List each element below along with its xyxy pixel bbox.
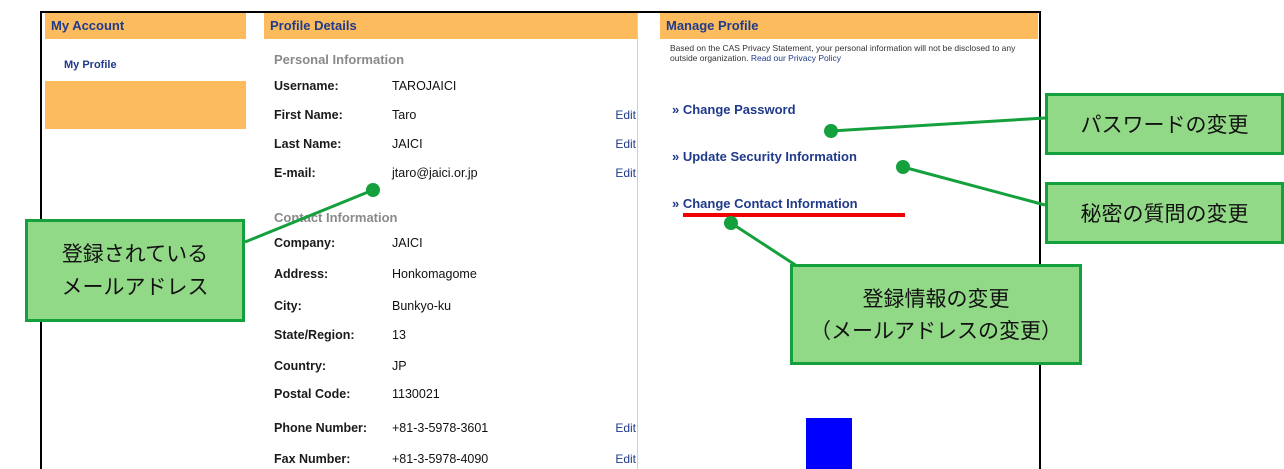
field-value: 1130021 bbox=[392, 387, 440, 401]
callout-text: 秘密の質問の変更 bbox=[1080, 202, 1249, 226]
callout-text: メールアドレス bbox=[61, 274, 209, 299]
field-label: First Name: bbox=[274, 108, 343, 122]
field-label: Last Name: bbox=[274, 137, 342, 151]
field-label: Address: bbox=[274, 267, 329, 281]
privacy-text: Based on the CAS Privacy Statement, your… bbox=[670, 43, 1016, 63]
field-label: Postal Code: bbox=[274, 387, 351, 401]
row-state-region: State/Region: 13 bbox=[274, 328, 638, 346]
callout-change-contact: 登録情報の変更 （メールアドレスの変更） bbox=[790, 264, 1082, 365]
blue-block bbox=[806, 418, 852, 469]
field-value: Honkomagome bbox=[392, 267, 477, 281]
field-value: 13 bbox=[392, 328, 406, 342]
nav-highlight-block bbox=[45, 81, 246, 129]
field-value: JAICI bbox=[392, 137, 423, 151]
callout-text: 登録情報の変更 bbox=[862, 286, 1010, 311]
field-value: Taro bbox=[392, 108, 417, 122]
callout-registered-email: 登録されている メールアドレス bbox=[25, 219, 245, 322]
field-value: JAICI bbox=[392, 236, 423, 250]
profile-details-header: Profile Details bbox=[264, 13, 637, 39]
change-password-link[interactable]: » Change Password bbox=[672, 102, 796, 117]
edit-phone-link[interactable]: Edit bbox=[615, 421, 636, 435]
change-contact-info-link[interactable]: » Change Contact Information bbox=[672, 196, 858, 211]
privacy-statement: Based on the CAS Privacy Statement, your… bbox=[670, 43, 1036, 63]
row-company: Company: JAICI bbox=[274, 236, 638, 254]
privacy-policy-link[interactable]: Read our Privacy Policy bbox=[751, 53, 841, 63]
row-last-name: Last Name: JAICI Edit bbox=[274, 137, 638, 155]
row-country: Country: JP bbox=[274, 359, 638, 377]
nav-item-my-profile[interactable]: My Profile bbox=[64, 59, 117, 71]
callout-text: パスワードの変更 bbox=[1080, 113, 1249, 137]
highlight-underline bbox=[683, 213, 905, 217]
callout-change-password: パスワードの変更 bbox=[1045, 93, 1284, 155]
field-label: Phone Number: bbox=[274, 421, 368, 435]
field-label: E-mail: bbox=[274, 166, 316, 180]
field-value: Bunkyo-ku bbox=[392, 299, 452, 313]
field-value: +81-3-5978-3601 bbox=[392, 421, 489, 435]
my-account-header: My Account bbox=[45, 13, 246, 39]
edit-first-name-link[interactable]: Edit bbox=[615, 108, 636, 122]
field-value: TAROJAICI bbox=[392, 79, 457, 93]
field-value: jtaro@jaici.or.jp bbox=[392, 166, 478, 180]
manage-profile-panel: Manage Profile Based on the CAS Privacy … bbox=[660, 13, 1038, 469]
field-label: Fax Number: bbox=[274, 452, 351, 466]
update-security-info-link[interactable]: » Update Security Information bbox=[672, 149, 857, 164]
manage-profile-header: Manage Profile bbox=[660, 13, 1038, 39]
edit-last-name-link[interactable]: Edit bbox=[615, 137, 636, 151]
field-label: State/Region: bbox=[274, 328, 355, 342]
edit-fax-link[interactable]: Edit bbox=[615, 452, 636, 466]
contact-info-title: Contact Information bbox=[274, 210, 398, 225]
field-value: JP bbox=[392, 359, 407, 373]
field-value: +81-3-5978-4090 bbox=[392, 452, 489, 466]
callout-change-security: 秘密の質問の変更 bbox=[1045, 182, 1284, 244]
row-city: City: Bunkyo-ku bbox=[274, 299, 638, 317]
row-email: E-mail: jtaro@jaici.or.jp Edit bbox=[274, 166, 638, 184]
row-first-name: First Name: Taro Edit bbox=[274, 108, 638, 126]
row-phone-number: Phone Number: +81-3-5978-3601 Edit bbox=[274, 421, 638, 439]
row-address: Address: Honkomagome bbox=[274, 267, 638, 285]
field-label: Company: bbox=[274, 236, 336, 250]
field-label: Username: bbox=[274, 79, 339, 93]
row-fax-number: Fax Number: +81-3-5978-4090 Edit bbox=[274, 452, 638, 469]
edit-email-link[interactable]: Edit bbox=[615, 166, 636, 180]
row-username: Username: TAROJAICI bbox=[274, 79, 638, 97]
field-label: Country: bbox=[274, 359, 327, 373]
callout-text: （メールアドレスの変更） bbox=[810, 318, 1062, 343]
personal-info-title: Personal Information bbox=[274, 52, 405, 67]
field-label: City: bbox=[274, 299, 302, 313]
callout-text: 登録されている bbox=[61, 241, 209, 266]
profile-details-panel: Profile Details Personal Information Use… bbox=[264, 13, 638, 469]
row-postal-code: Postal Code: 1130021 bbox=[274, 387, 638, 405]
